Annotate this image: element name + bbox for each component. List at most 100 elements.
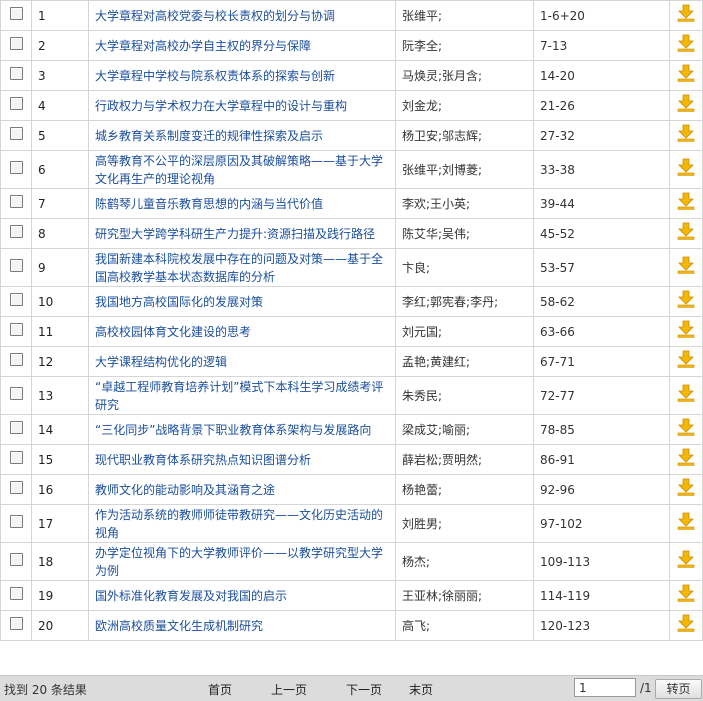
row-checkbox-cell — [0, 414, 32, 445]
row-checkbox-cell — [0, 376, 32, 415]
article-title-link[interactable]: 研究型大学跨学科研生产力提升:资源扫描及践行路径 — [95, 227, 375, 241]
article-title-cell: 大学章程中学校与院系权责体系的探索与创新 — [88, 60, 396, 91]
article-title-link[interactable]: “卓越工程师教育培养计划”模式下本科生学习成绩考评研究 — [95, 380, 383, 412]
article-title-cell: 大学课程结构优化的逻辑 — [88, 346, 396, 377]
row-checkbox[interactable] — [9, 126, 23, 140]
table-row: 18 办学定位视角下的大学教师评价——以教学研究型大学为例 杨杰; 109-113 — [0, 542, 703, 581]
download-icon[interactable] — [677, 384, 695, 402]
row-checkbox[interactable] — [9, 36, 23, 50]
article-title-link[interactable]: 教师文化的能动影响及其涵育之途 — [95, 483, 275, 497]
row-number: 3 — [31, 60, 89, 91]
row-checkbox[interactable] — [9, 450, 23, 464]
download-icon[interactable] — [677, 614, 695, 632]
download-icon[interactable] — [677, 222, 695, 240]
article-title-link[interactable]: 大学课程结构优化的逻辑 — [95, 355, 227, 369]
article-title-link[interactable]: 行政权力与学术权力在大学章程中的设计与重构 — [95, 99, 347, 113]
row-number: 4 — [31, 90, 89, 121]
article-title-link[interactable]: 高等教育不公平的深层原因及其破解策略——基于大学文化再生产的理论视角 — [95, 154, 383, 186]
download-icon[interactable] — [677, 256, 695, 274]
row-checkbox[interactable] — [9, 586, 23, 600]
article-title-link[interactable]: 欧洲高校质量文化生成机制研究 — [95, 619, 263, 633]
download-icon[interactable] — [677, 584, 695, 602]
next-page-link[interactable]: 下一页 — [346, 681, 382, 698]
download-cell — [669, 188, 703, 219]
row-checkbox[interactable] — [9, 386, 23, 400]
download-cell — [669, 580, 703, 611]
row-checkbox[interactable] — [9, 420, 23, 434]
row-checkbox[interactable] — [9, 616, 23, 630]
row-checkbox[interactable] — [9, 514, 23, 528]
article-title-cell: “三化同步”战略背景下职业教育体系架构与发展路向 — [88, 414, 396, 445]
article-title-link[interactable]: 作为活动系统的教师师徒带教研究——文化历史活动的视角 — [95, 508, 383, 540]
article-title-cell: 教师文化的能动影响及其涵育之途 — [88, 474, 396, 505]
article-title-cell: 我国新建本科院校发展中存在的问题及对策——基于全国高校教学基本状态数据库的分析 — [88, 248, 396, 287]
article-title-link[interactable]: 陈鹤琴儿童音乐教育思想的内涵与当代价值 — [95, 197, 323, 211]
article-title-link[interactable]: 现代职业教育体系研究热点知识图谱分析 — [95, 453, 311, 467]
download-icon[interactable] — [677, 350, 695, 368]
page-range: 39-44 — [533, 188, 670, 219]
row-checkbox[interactable] — [9, 322, 23, 336]
article-title-link[interactable]: 我国新建本科院校发展中存在的问题及对策——基于全国高校教学基本状态数据库的分析 — [95, 252, 383, 284]
download-icon[interactable] — [677, 94, 695, 112]
row-number: 18 — [31, 542, 89, 581]
page-range: 58-62 — [533, 286, 670, 317]
article-title-link[interactable]: 办学定位视角下的大学教师评价——以教学研究型大学为例 — [95, 546, 383, 578]
row-checkbox[interactable] — [9, 66, 23, 80]
row-checkbox-cell — [0, 286, 32, 317]
row-checkbox[interactable] — [9, 480, 23, 494]
article-title-link[interactable]: 我国地方高校国际化的发展对策 — [95, 295, 263, 309]
download-icon[interactable] — [677, 478, 695, 496]
page-range: 67-71 — [533, 346, 670, 377]
page-range: 45-52 — [533, 218, 670, 249]
download-icon[interactable] — [677, 192, 695, 210]
article-title-link[interactable]: 国外标准化教育发展及对我国的启示 — [95, 589, 287, 603]
page-number-input[interactable]: 1 — [574, 678, 636, 697]
row-checkbox[interactable] — [9, 96, 23, 110]
authors: 高飞; — [395, 610, 534, 641]
row-checkbox[interactable] — [9, 552, 23, 566]
first-page-link[interactable]: 首页 — [208, 681, 232, 698]
row-checkbox[interactable] — [9, 352, 23, 366]
row-number: 9 — [31, 248, 89, 287]
row-checkbox[interactable] — [9, 160, 23, 174]
row-checkbox[interactable] — [9, 258, 23, 272]
row-checkbox[interactable] — [9, 194, 23, 208]
row-checkbox[interactable] — [9, 292, 23, 306]
download-icon[interactable] — [677, 124, 695, 142]
download-icon[interactable] — [677, 4, 695, 22]
article-title-link[interactable]: 大学章程对高校党委与校长责权的划分与协调 — [95, 9, 335, 23]
page-range: 63-66 — [533, 316, 670, 347]
download-icon[interactable] — [677, 34, 695, 52]
download-icon[interactable] — [677, 550, 695, 568]
table-row: 11 高校校园体育文化建设的思考 刘元国; 63-66 — [0, 316, 703, 347]
table-row: 19 国外标准化教育发展及对我国的启示 王亚林;徐丽丽; 114-119 — [0, 580, 703, 611]
page-range: 33-38 — [533, 150, 670, 189]
article-title-link[interactable]: 城乡教育关系制度变迁的规律性探索及启示 — [95, 129, 323, 143]
authors: 李欢;王小英; — [395, 188, 534, 219]
download-icon[interactable] — [677, 448, 695, 466]
download-cell — [669, 316, 703, 347]
article-title-link[interactable]: 高校校园体育文化建设的思考 — [95, 325, 251, 339]
download-icon[interactable] — [677, 512, 695, 530]
row-checkbox[interactable] — [9, 6, 23, 20]
authors: 梁成艾;喻丽; — [395, 414, 534, 445]
table-row: 12 大学课程结构优化的逻辑 孟艳;黄建红; 67-71 — [0, 346, 703, 377]
article-title-link[interactable]: 大学章程对高校办学自主权的界分与保障 — [95, 39, 311, 53]
page-range: 1-6+20 — [533, 0, 670, 31]
row-checkbox[interactable] — [9, 224, 23, 238]
download-icon[interactable] — [677, 320, 695, 338]
go-to-page-button[interactable]: 转页 — [655, 679, 702, 699]
last-page-link[interactable]: 末页 — [409, 681, 433, 698]
download-icon[interactable] — [677, 158, 695, 176]
table-row: 16 教师文化的能动影响及其涵育之途 杨艳蕾; 92-96 — [0, 474, 703, 505]
row-checkbox-cell — [0, 120, 32, 151]
download-cell — [669, 248, 703, 287]
article-title-link[interactable]: 大学章程中学校与院系权责体系的探索与创新 — [95, 69, 335, 83]
prev-page-link[interactable]: 上一页 — [271, 681, 307, 698]
row-number: 15 — [31, 444, 89, 475]
download-icon[interactable] — [677, 64, 695, 82]
download-icon[interactable] — [677, 418, 695, 436]
total-pages: /1 — [640, 681, 652, 695]
download-icon[interactable] — [677, 290, 695, 308]
article-title-link[interactable]: “三化同步”战略背景下职业教育体系架构与发展路向 — [95, 423, 371, 437]
